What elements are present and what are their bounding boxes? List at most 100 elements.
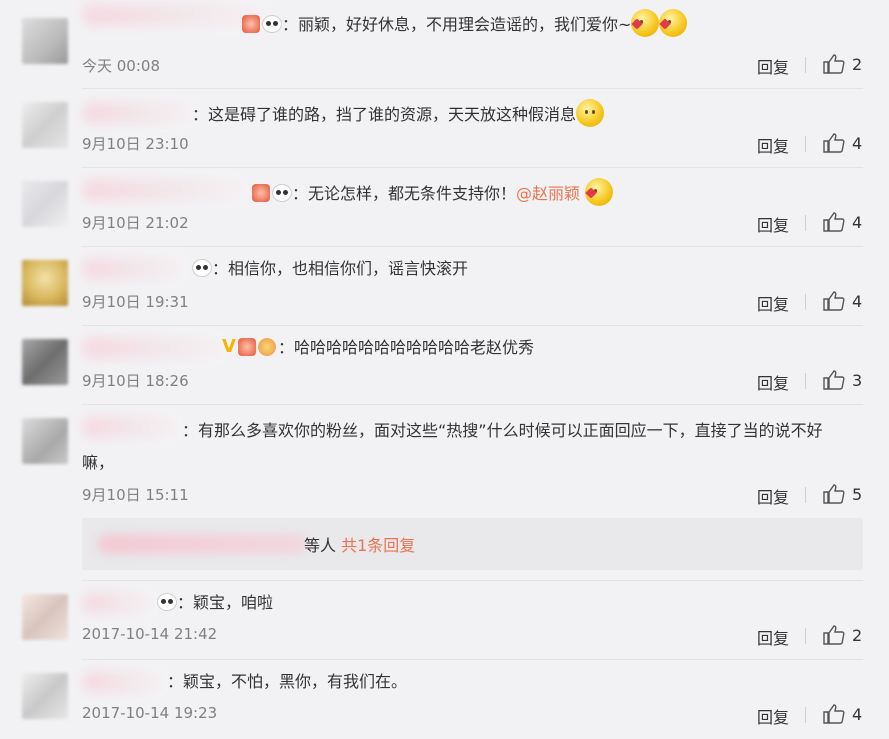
like-button[interactable]: 2 (823, 624, 862, 646)
like-count: 3 (852, 370, 863, 390)
comment-body: ：颖宝，咱啦 (177, 593, 274, 612)
comment-body: ：相信你，也相信你们，谣言快滚开 (212, 259, 469, 278)
comment-item: ：有那么多喜欢你的粉丝，面对这些“热搜”什么时候可以正面回应一下，直接了当的说不… (0, 404, 889, 514)
like-button[interactable]: 4 (823, 132, 862, 154)
comment-item: ：无论怎样，都无条件支持你！@赵丽颖 9月10日 21:02 回复 4 (0, 167, 889, 246)
timestamp: 今天 00:08 (82, 57, 160, 75)
avatar[interactable] (22, 260, 68, 306)
comment-item: ：哈哈哈哈哈哈哈哈哈哈哈老赵优秀 9月10日 18:26 回复 3 (0, 325, 889, 404)
comment-text: ：丽颖，好好休息，不用理会造谣的，我们爱你~ (82, 9, 849, 37)
timestamp: 2017-10-14 19:23 (82, 704, 218, 722)
comment-body: ：这是碍了谁的路，挡了谁的资源，天天放这种假消息 (192, 105, 577, 124)
comment-item: ：颖宝，不怕，黑你，有我们在。 2017-10-14 19:23 回复 4 (0, 659, 889, 739)
divider (805, 294, 806, 310)
thumbs-up-icon (823, 54, 845, 74)
panda-icon (157, 593, 177, 611)
comment-text: ：无论怎样，都无条件支持你！@赵丽颖 (82, 178, 849, 206)
reply-button[interactable]: 回复 (757, 370, 789, 394)
timestamp: 2017-10-14 21:42 (82, 625, 218, 643)
avatar[interactable] (22, 339, 68, 385)
avatar[interactable] (22, 594, 68, 640)
reply-username-blurred (98, 534, 306, 554)
like-count: 4 (852, 133, 863, 153)
like-count: 4 (852, 212, 863, 232)
like-button[interactable]: 4 (823, 211, 862, 233)
comment-list: ：丽颖，好好休息，不用理会造谣的，我们爱你~ 今天 00:08 回复 2 ：这是… (0, 0, 889, 739)
thumbs-up-icon (823, 212, 845, 232)
comment-text: ：这是碍了谁的路，挡了谁的资源，天天放这种假消息 (82, 99, 849, 127)
comment-text: ：哈哈哈哈哈哈哈哈哈哈哈老赵优秀 (82, 335, 849, 360)
avatar[interactable] (22, 418, 68, 464)
like-button[interactable]: 2 (823, 53, 862, 75)
reply-button[interactable]: 回复 (757, 212, 789, 236)
divider (805, 628, 806, 644)
comment-item: ：这是碍了谁的路，挡了谁的资源，天天放这种假消息 9月10日 23:10 回复 … (0, 88, 889, 167)
reply-button[interactable]: 回复 (757, 704, 789, 728)
comment-text: ：相信你，也相信你们，谣言快滚开 (82, 257, 849, 281)
replies-prefix: 等人 (304, 536, 337, 555)
replies-summary[interactable]: 等人 共1条回复 (82, 518, 863, 570)
badge-icon (258, 338, 276, 356)
divider (805, 487, 806, 503)
badge-icon (242, 15, 260, 33)
avatar[interactable] (22, 181, 68, 227)
comment-item: ：相信你，也相信你们，谣言快滚开 9月10日 19:31 回复 4 (0, 246, 889, 325)
timestamp: 9月10日 15:11 (82, 486, 189, 504)
like-count: 2 (852, 625, 863, 645)
divider (805, 373, 806, 389)
reply-button[interactable]: 回复 (757, 291, 789, 315)
divider (805, 707, 806, 723)
timestamp: 9月10日 23:10 (82, 135, 189, 153)
thumbs-up-icon (823, 370, 845, 390)
panda-icon (192, 259, 212, 277)
smiley-emoji-icon (659, 9, 688, 37)
thumbs-up-icon (823, 704, 845, 724)
like-count: 5 (852, 484, 863, 504)
like-count: 4 (852, 704, 863, 724)
comment-body: ：丽颖，好好休息，不用理会造谣的，我们爱你~ (282, 15, 632, 34)
thumbs-up-icon (823, 291, 845, 311)
like-button[interactable]: 4 (823, 290, 862, 312)
like-count: 4 (852, 291, 863, 311)
smiley-emoji-icon (631, 9, 660, 37)
timestamp: 9月10日 18:26 (82, 372, 189, 390)
smiley-emoji-icon (576, 99, 605, 127)
comment-body: ：哈哈哈哈哈哈哈哈哈哈哈老赵优秀 (278, 338, 535, 357)
comment-text: ：颖宝，不怕，黑你，有我们在。 (82, 670, 849, 694)
comment-body: ：有那么多喜欢你的粉丝，面对这些“热搜”什么时候可以正面回应一下，直接了当的说不… (82, 421, 823, 472)
like-button[interactable]: 4 (823, 703, 862, 725)
replies-summary-text: 等人 共1条回复 (304, 532, 415, 556)
reply-button[interactable]: 回复 (757, 133, 789, 157)
badge-icon (252, 184, 270, 202)
comment-text: ：颖宝，咱啦 (82, 591, 849, 615)
timestamp: 9月10日 19:31 (82, 293, 189, 311)
replies-count-link[interactable]: 共1条回复 (341, 536, 415, 555)
divider (805, 136, 806, 152)
mention-link[interactable]: @赵丽颖 (516, 184, 580, 203)
smiley-emoji-icon (585, 178, 614, 206)
reply-button[interactable]: 回复 (757, 484, 789, 508)
avatar[interactable] (22, 102, 68, 148)
like-button[interactable]: 3 (823, 369, 862, 391)
badge-icon (238, 338, 256, 356)
comment-body: ：无论怎样，都无条件支持你！ (292, 184, 517, 203)
comment-item: ：丽颖，好好休息，不用理会造谣的，我们爱你~ 今天 00:08 回复 2 (0, 0, 889, 88)
vip-v-icon (222, 335, 236, 359)
divider (805, 57, 806, 73)
divider (805, 215, 806, 231)
avatar[interactable] (22, 18, 68, 64)
thumbs-up-icon (823, 484, 845, 504)
reply-button[interactable]: 回复 (757, 54, 789, 78)
comment-body: ：颖宝，不怕，黑你，有我们在。 (167, 672, 408, 691)
reply-button[interactable]: 回复 (757, 625, 789, 649)
thumbs-up-icon (823, 625, 845, 645)
timestamp: 9月10日 21:02 (82, 214, 189, 232)
panda-icon (272, 184, 292, 202)
like-count: 2 (852, 54, 863, 74)
avatar[interactable] (22, 673, 68, 719)
like-button[interactable]: 5 (823, 483, 862, 505)
comment-item: ：颖宝，咱啦 2017-10-14 21:42 回复 2 (0, 580, 889, 659)
thumbs-up-icon (823, 133, 845, 153)
comment-text: ：有那么多喜欢你的粉丝，面对这些“热搜”什么时候可以正面回应一下，直接了当的说不… (82, 415, 849, 479)
panda-icon (262, 15, 282, 33)
